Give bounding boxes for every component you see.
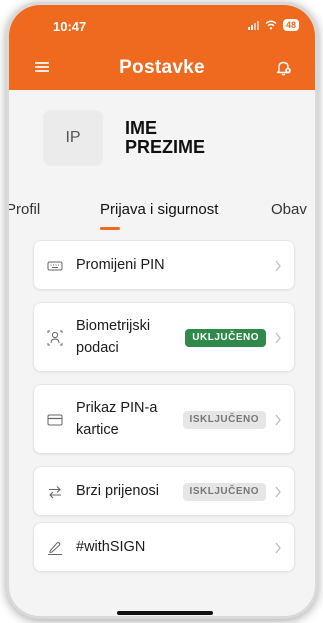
setting-biometric[interactable]: Biometrijski podaci UKLJUČENO [33, 302, 295, 372]
setting-card-pin-display[interactable]: Prikaz PIN-a kartice ISKLJUČENO [33, 384, 295, 454]
profile-header: IP IME PREZIME [43, 110, 205, 166]
status-badge-on: UKLJUČENO [185, 329, 266, 347]
setting-label-line1: Prikaz PIN-a [76, 400, 158, 416]
active-tab-indicator [100, 227, 120, 230]
setting-label-line2: podaci [76, 340, 119, 356]
setting-label-line2: kartice [76, 422, 119, 438]
setting-withsign[interactable]: #withSIGN [33, 522, 295, 572]
status-badge-off: ISKLJUČENO [182, 483, 266, 501]
battery-indicator: 48 [282, 19, 299, 31]
setting-label: #withSIGN [76, 539, 146, 555]
home-indicator[interactable] [117, 611, 213, 615]
user-name: IME PREZIME [125, 119, 205, 157]
setting-change-pin[interactable]: Promijeni PIN [33, 240, 295, 290]
tab-obavijesti[interactable]: Obav [271, 201, 307, 218]
chevron-right-icon [275, 260, 281, 272]
keyboard-icon [47, 261, 63, 271]
avatar: IP [43, 110, 103, 166]
setting-quick-transfers[interactable]: Brzi prijenosi ISKLJUČENO [33, 466, 295, 516]
wifi-icon [265, 20, 277, 30]
credit-card-icon [47, 414, 63, 426]
status-time: 10:47 [53, 19, 87, 34]
settings-content: IP IME PREZIME Profil Prijava i sigurnos… [9, 90, 315, 616]
navigation-bar: Postavke [9, 53, 315, 81]
status-bar: 10:47 48 [9, 15, 315, 35]
chevron-right-icon [275, 414, 281, 426]
status-badge-off: ISKLJUČENO [182, 411, 266, 429]
setting-label: Brzi prijenosi [76, 483, 159, 499]
page-title: Postavke [119, 57, 205, 78]
settings-tabs: Profil Prijava i sigurnost Obav [9, 195, 315, 230]
status-icons: 48 [247, 19, 299, 31]
tab-prijava-i-sigurnost[interactable]: Prijava i sigurnost [100, 201, 218, 218]
setting-label: Promijeni PIN [76, 257, 165, 273]
face-id-icon [47, 330, 63, 346]
chevron-right-icon [275, 486, 281, 498]
header-bar: 10:47 48 Postavke [9, 5, 315, 90]
transfer-arrows-icon [49, 486, 61, 499]
user-first-name: IME [125, 118, 158, 138]
chevron-right-icon [275, 332, 281, 344]
tab-profil[interactable]: Profil [9, 201, 40, 218]
setting-label-line1: Biometrijski [76, 318, 151, 334]
bell-icon[interactable] [275, 59, 293, 77]
signature-icon [48, 542, 62, 555]
user-last-name: PREZIME [125, 137, 206, 157]
chevron-right-icon [275, 542, 281, 554]
phone-frame: 10:47 48 Postavke IP IME PREZIME Profil … [6, 2, 318, 619]
signal-icon [247, 20, 259, 30]
